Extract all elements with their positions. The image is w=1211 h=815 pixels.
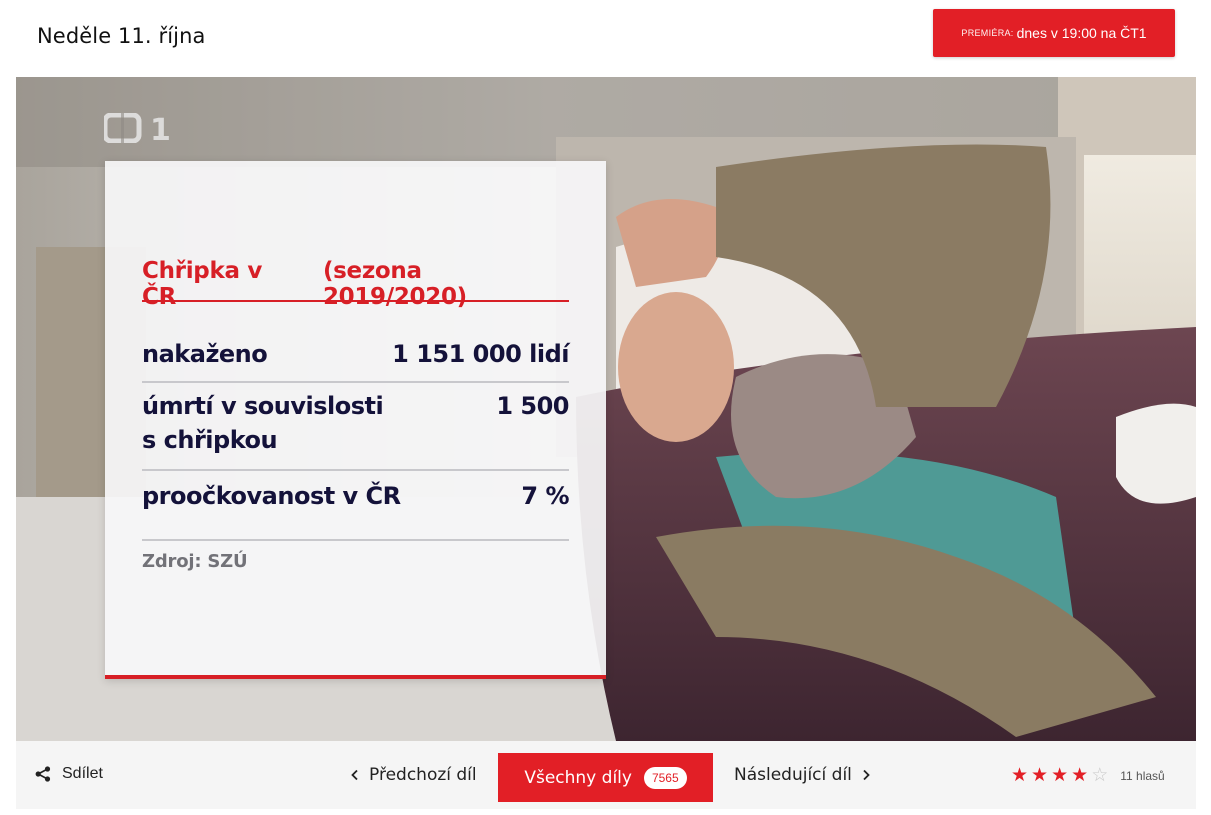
share-icon bbox=[35, 766, 51, 782]
chevron-left-icon bbox=[351, 769, 358, 781]
star-icon[interactable]: ★ bbox=[1071, 766, 1088, 785]
stat-label: úmrtí v souvislosti s chřipkou bbox=[142, 389, 384, 457]
card-season: (sezona 2019/2020) bbox=[322, 258, 467, 310]
premiere-time: dnes v 19:00 na ČT1 bbox=[1016, 25, 1147, 41]
previous-episode-link[interactable]: Předchozí díl bbox=[350, 765, 477, 785]
stat-value: 7 % bbox=[521, 482, 569, 510]
stat-label: proočkovanost v ČR bbox=[142, 482, 401, 510]
previous-episode-label: Předchozí díl bbox=[369, 765, 477, 785]
next-episode-link[interactable]: Následující díl bbox=[734, 765, 871, 785]
episode-image: 1 Chřipka v ČR (sezona 2019/2020) nakaže… bbox=[16, 77, 1196, 741]
next-episode-label: Následující díl bbox=[734, 765, 852, 785]
page-title: Neděle 11. října bbox=[37, 24, 206, 48]
card-title: Chřipka v ČR bbox=[142, 258, 263, 310]
share-label: Sdílet bbox=[62, 765, 103, 782]
channel-logo-text: 1 bbox=[150, 113, 171, 143]
all-episodes-button[interactable]: Všechny díly 7565 bbox=[498, 753, 713, 802]
stat-vaccination: proočkovanost v ČR 7 % bbox=[142, 479, 569, 541]
share-button[interactable]: Sdílet bbox=[35, 765, 103, 783]
card-header: Chřipka v ČR (sezona 2019/2020) bbox=[142, 258, 569, 310]
stat-deaths: úmrtí v souvislosti s chřipkou 1 500 bbox=[142, 389, 569, 471]
stat-infected: nakaženo 1 151 000 lidí bbox=[142, 337, 569, 383]
premiere-tag: PREMIÉRA: bbox=[961, 28, 1014, 38]
vote-count: 11 hlasů bbox=[1120, 768, 1165, 783]
stat-label-line2: s chřipkou bbox=[142, 426, 278, 454]
chevron-right-icon bbox=[863, 769, 870, 781]
episode-count-badge: 7565 bbox=[643, 766, 687, 789]
stat-label: nakaženo bbox=[142, 340, 268, 368]
premiere-button[interactable]: PREMIÉRA: dnes v 19:00 na ČT1 bbox=[933, 9, 1175, 57]
stat-label-line1: úmrtí v souvislosti bbox=[142, 392, 384, 420]
episode-nav-bar: Sdílet Předchozí díl Všechny díly 7565 N… bbox=[16, 741, 1196, 809]
rating: ★ ★ ★ ★ ☆ 11 hlasů bbox=[1011, 766, 1165, 785]
infographic-card: Chřipka v ČR (sezona 2019/2020) nakaženo… bbox=[105, 161, 606, 679]
stat-value: 1 500 bbox=[496, 392, 569, 420]
star-icon[interactable]: ★ bbox=[1031, 766, 1048, 785]
star-icon[interactable]: ★ bbox=[1051, 766, 1068, 785]
card-source: Zdroj: SZÚ bbox=[142, 551, 248, 572]
stat-value: 1 151 000 lidí bbox=[392, 340, 569, 368]
all-episodes-label: Všechny díly bbox=[524, 767, 632, 788]
star-empty-icon[interactable]: ☆ bbox=[1091, 766, 1108, 785]
ct1-logo: 1 bbox=[104, 113, 171, 143]
star-icon[interactable]: ★ bbox=[1011, 766, 1028, 785]
